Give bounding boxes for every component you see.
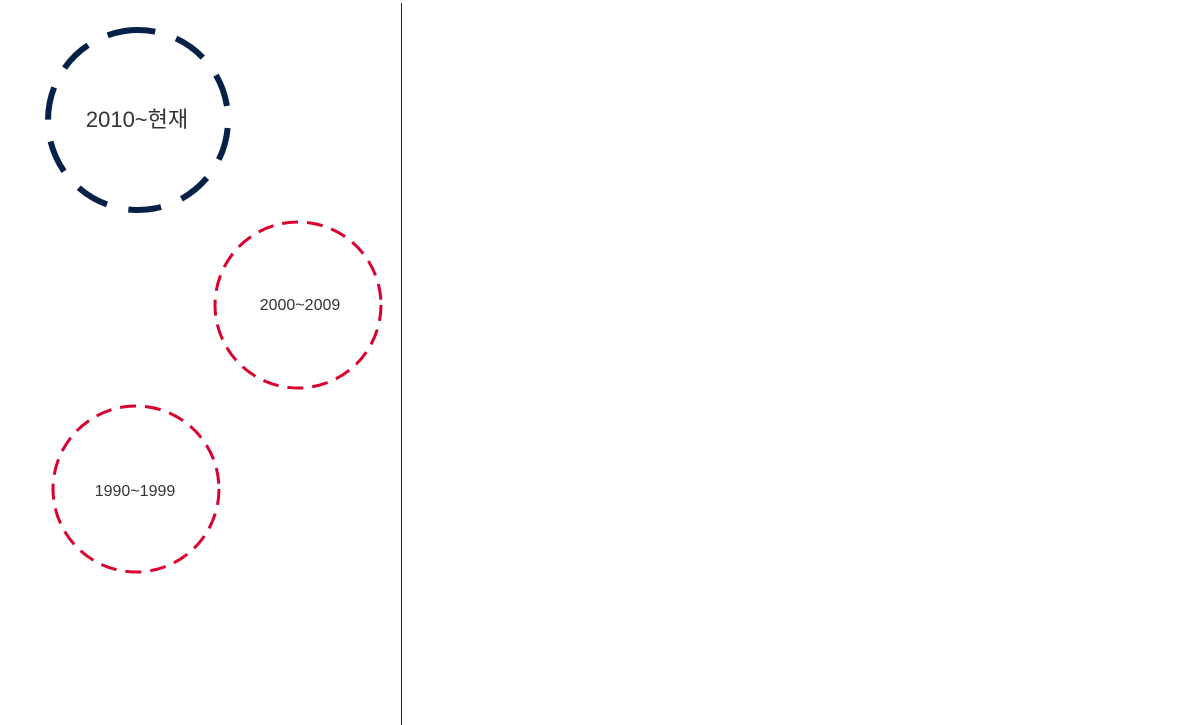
era-label: 2000~2009 xyxy=(260,297,341,314)
era-circle-1990-1999: 1990~1999 xyxy=(51,404,221,574)
timeline-canvas: 2010~현재 2000~2009 1990~1999 xyxy=(45,3,402,725)
era-label: 1990~1999 xyxy=(95,483,176,500)
era-circle-2010-present: 2010~현재 xyxy=(45,27,231,213)
era-circle-2000-2009: 2000~2009 xyxy=(213,220,383,390)
era-label: 2010~현재 xyxy=(86,107,188,132)
